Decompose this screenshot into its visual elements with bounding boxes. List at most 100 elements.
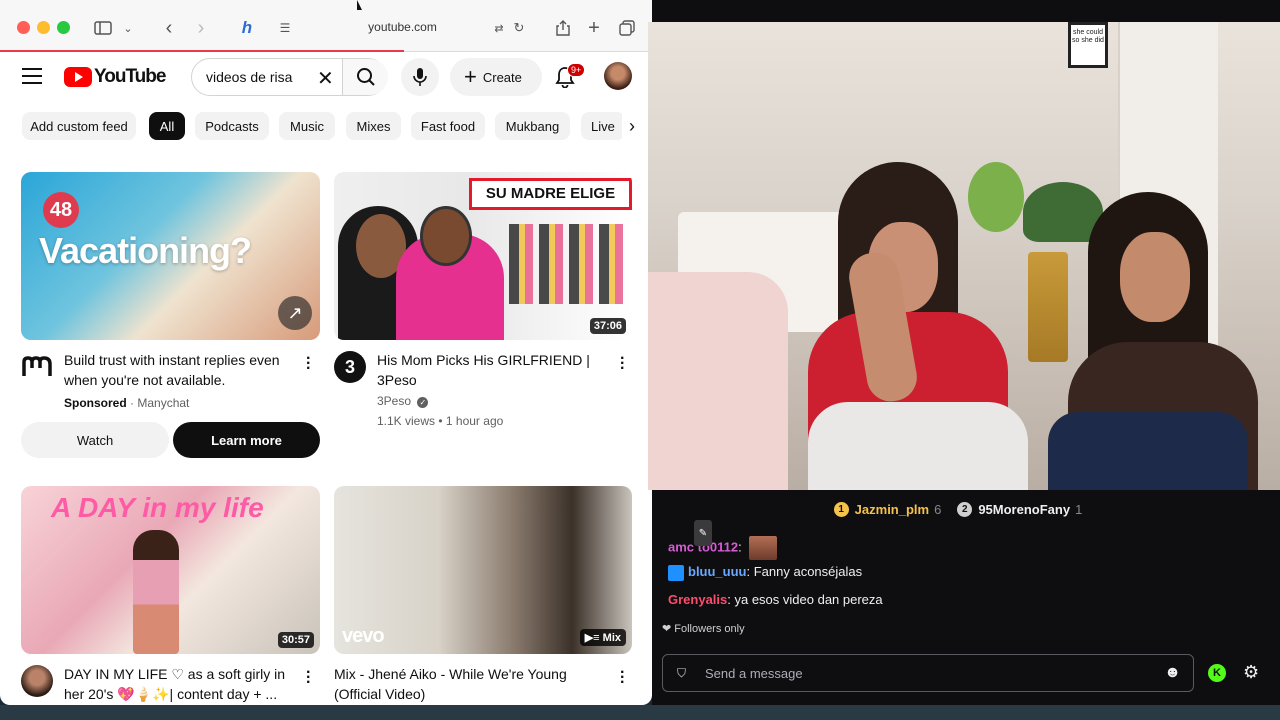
channel-name[interactable]: 3Peso ✓ (377, 394, 429, 408)
vevo-logo: vevo (342, 625, 385, 647)
rank-badge: 2 (957, 501, 973, 517)
shield-icon: ⛉ (677, 666, 687, 680)
gaming-chair (648, 272, 788, 490)
chip-add-custom-feed[interactable]: Add custom feed (22, 112, 136, 140)
notification-count-badge: 9+ (567, 63, 586, 77)
thumbnail-banner: SU MADRE ELIGE (469, 178, 632, 210)
chat-username[interactable]: bluu_uuu (688, 564, 747, 579)
streamer-right (1038, 192, 1278, 490)
external-link-icon[interactable]: ↗ (278, 296, 312, 330)
heart-icon: ❤ (662, 623, 672, 635)
more-options-icon[interactable]: · · · (620, 351, 625, 377)
more-options-icon[interactable]: · · · (620, 665, 625, 691)
video-thumbnail[interactable]: A DAY in my life 30:57 (21, 486, 320, 654)
more-options-icon[interactable]: · · · (306, 351, 311, 377)
chip-podcasts[interactable]: Podcasts (195, 112, 269, 140)
leaderboard-user[interactable]: Jazmin_plm (855, 502, 929, 517)
microphone-icon (413, 68, 427, 86)
stream-panel: she could so she did 1 Jazmin_plm 6 2 95… (648, 0, 1280, 720)
voice-search-button[interactable] (401, 58, 439, 96)
face (1120, 232, 1190, 322)
video-title[interactable]: His Mom Picks His GIRLFRIEND | 3Peso (377, 350, 590, 390)
search-box[interactable]: videos de risa ✕ (191, 58, 388, 96)
mouse-cursor (357, 0, 362, 10)
chat-message: bluu_uuu: Fanny aconséjalas (668, 564, 862, 581)
thumbnail-headline: A DAY in my life (51, 492, 264, 523)
learn-more-button[interactable]: Learn more (173, 422, 320, 458)
jeans (1048, 412, 1248, 490)
watch-button[interactable]: Watch (21, 422, 169, 458)
video-title[interactable]: DAY IN MY LIFE ♡ as a soft girly in her … (64, 664, 285, 704)
create-button[interactable]: + Create (450, 58, 542, 96)
thumbnail-headline: Vacationing? (39, 230, 252, 271)
extension-h-icon[interactable]: h (236, 14, 258, 42)
chip-fast-food[interactable]: Fast food (411, 112, 485, 140)
menu-icon[interactable] (22, 68, 42, 84)
reader-icon[interactable]: ☰ (276, 14, 294, 42)
leaderboard-user[interactable]: 95MorenoFany (978, 502, 1070, 517)
video-duration: 37:06 (589, 318, 626, 334)
zoom-window-button[interactable] (57, 21, 70, 34)
search-button[interactable] (342, 59, 388, 95)
desktop-strip (0, 705, 1280, 720)
chat-placeholder: Send a message (705, 666, 803, 681)
channel-avatar[interactable] (21, 665, 53, 697)
kick-logo-icon[interactable]: K (1208, 664, 1226, 682)
more-options-icon[interactable]: · · · (306, 665, 311, 691)
thumbnail-face (420, 206, 472, 266)
browser-window: ⌄ ‹ › h ☰ youtube.com ⇄ ↻ + YouTube vide… (0, 0, 652, 705)
channel-avatar[interactable]: 3 (334, 351, 366, 383)
streamer-left (788, 162, 1028, 490)
video-title[interactable]: Mix - Jhené Aiko - While We're Young (Of… (334, 664, 567, 704)
chip-live[interactable]: Live (581, 112, 625, 140)
search-icon (356, 68, 375, 86)
new-tab-icon[interactable]: + (585, 14, 603, 42)
video-title[interactable]: Build trust with instant replies even wh… (64, 350, 280, 390)
reload-icon[interactable]: ↻ (511, 14, 527, 42)
thumbnail-person (133, 530, 179, 654)
chat-message: amc to0112: (668, 536, 778, 560)
youtube-play-icon (64, 67, 92, 87)
verified-check-icon: ✓ (417, 397, 429, 408)
pencil-icon[interactable]: ✎ (694, 520, 712, 546)
address-bar[interactable]: youtube.com (340, 20, 465, 34)
rank-badge: 1 (833, 501, 849, 517)
chip-music[interactable]: Music (279, 112, 335, 140)
share-icon[interactable] (554, 14, 572, 42)
chip-all[interactable]: All (149, 112, 185, 140)
chat-username[interactable]: Grenyalis (668, 592, 727, 607)
chevron-right-icon[interactable]: › (622, 112, 642, 140)
chat-message-input[interactable]: ⛉ Send a message ☻ (662, 654, 1194, 692)
plus-icon: + (464, 64, 477, 89)
video-thumbnail[interactable]: SU MADRE ELIGE 37:06 (334, 172, 632, 340)
thumbnail-number-badge: 48 (43, 192, 79, 228)
close-window-button[interactable] (17, 21, 30, 34)
clear-search-icon[interactable]: ✕ (317, 66, 334, 91)
ad-thumbnail[interactable]: 48 Vacationing? ↗ (21, 172, 320, 340)
chip-mixes[interactable]: Mixes (346, 112, 401, 140)
youtube-logo[interactable]: YouTube (64, 66, 166, 88)
gear-icon[interactable]: ⚙ (1243, 662, 1259, 683)
stream-top-bar (652, 0, 1280, 22)
chip-mukbang[interactable]: Mukbang (495, 112, 570, 140)
video-thumbnail[interactable]: vevo ▶≡ Mix (334, 486, 632, 654)
account-avatar[interactable] (604, 62, 632, 90)
emoji-icon[interactable]: ☻ (1164, 664, 1181, 682)
back-icon[interactable]: ‹ (160, 14, 178, 42)
blanket (808, 402, 1028, 490)
tab-overview-icon[interactable] (617, 14, 637, 42)
mix-badge: ▶≡ Mix (579, 629, 626, 646)
wall-art: she could so she did (1068, 22, 1108, 68)
thumbnail-crowd (509, 224, 627, 304)
sidebar-toggle-icon[interactable] (92, 14, 114, 42)
translate-icon[interactable]: ⇄ (490, 14, 508, 42)
video-duration: 30:57 (277, 632, 314, 648)
minimize-window-button[interactable] (37, 21, 50, 34)
leaderboard-count: 1 (1075, 501, 1083, 517)
manychat-logo[interactable] (21, 351, 53, 383)
search-input[interactable]: videos de risa (206, 69, 292, 85)
chevron-down-icon[interactable]: ⌄ (120, 14, 136, 42)
forward-icon[interactable]: › (192, 14, 210, 42)
stream-video[interactable]: she could so she did (648, 22, 1280, 490)
video-stats: 1.1K views • 1 hour ago (377, 414, 504, 428)
